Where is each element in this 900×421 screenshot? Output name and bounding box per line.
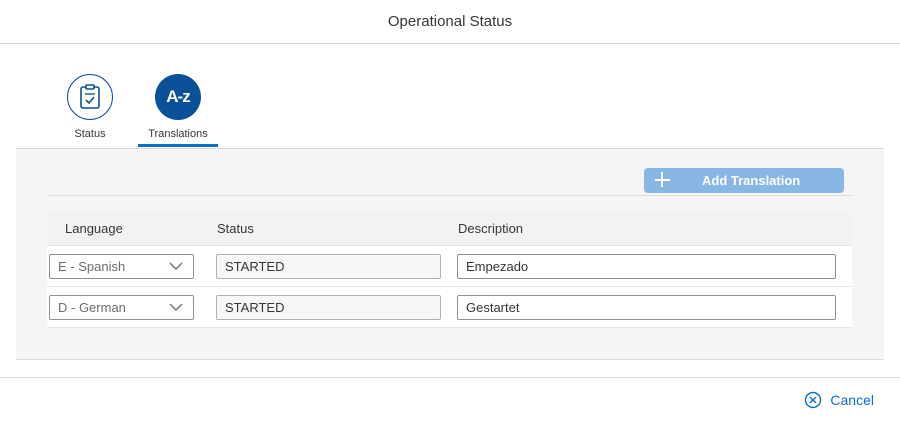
cancel-label: Cancel (830, 392, 874, 408)
column-header-description: Description (458, 221, 524, 236)
plus-icon (654, 171, 670, 187)
description-field[interactable]: Gestartet (457, 295, 836, 320)
dialog-title: Operational Status (387, 13, 513, 30)
dialog-footer: Cancel (0, 377, 900, 421)
table-toolbar: Add Translation (47, 167, 853, 196)
language-select[interactable]: E - Spanish (49, 254, 194, 279)
tab-label: Translations (148, 128, 208, 140)
translations-panel: Add Translation Language Status Descript… (16, 148, 884, 360)
status-field[interactable]: STARTED (216, 295, 441, 320)
az-icon-text: A-z (166, 87, 190, 106)
az-icon: A-z (155, 74, 201, 120)
translations-table: Language Status Description E - Spanish … (47, 212, 852, 328)
table-row: D - German STARTED Gestartet (47, 287, 852, 328)
chevron-down-icon (169, 262, 183, 270)
column-header-language: Language (65, 221, 123, 236)
tab-translations[interactable]: A-z Translations (138, 74, 218, 140)
column-header-status: Status (217, 221, 254, 236)
cancel-button[interactable]: Cancel (804, 391, 874, 409)
add-translation-button[interactable]: Add Translation (644, 168, 844, 193)
dialog-header: Operational Status (0, 0, 900, 44)
language-select[interactable]: D - German (49, 295, 194, 320)
table-header: Language Status Description (47, 212, 852, 246)
selected-tab-indicator (138, 144, 218, 147)
dialog: Operational Status Status A-z Translatio… (0, 0, 900, 421)
close-circle-icon (805, 391, 822, 409)
tab-label: Status (74, 128, 106, 140)
add-translation-label: Add Translation (702, 173, 801, 188)
language-value: D - German (58, 300, 126, 315)
clipboard-check-icon (67, 74, 113, 120)
description-field[interactable]: Empezado (457, 254, 836, 279)
icon-tab-bar: Status A-z Translations (0, 44, 900, 148)
chevron-down-icon (169, 303, 183, 311)
language-value: E - Spanish (58, 259, 126, 274)
status-field[interactable]: STARTED (216, 254, 441, 279)
table-row: E - Spanish STARTED Empezado (47, 246, 852, 287)
tab-status[interactable]: Status (50, 74, 130, 140)
